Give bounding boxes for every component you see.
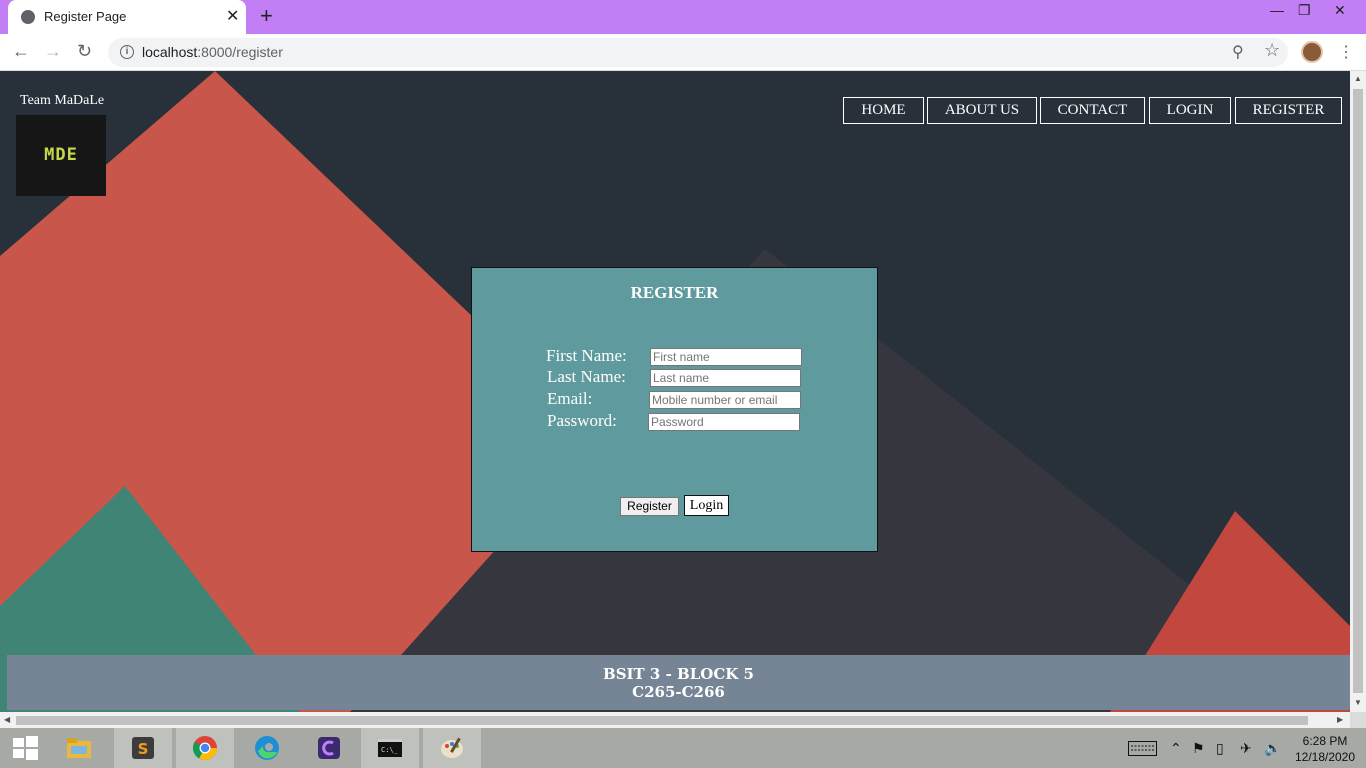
bookmark-star-icon[interactable]: ☆ <box>1264 40 1280 61</box>
start-button[interactable] <box>0 728 50 768</box>
volume-icon[interactable]: 🔈 <box>1264 740 1281 757</box>
edge-icon <box>255 736 279 760</box>
keyboard-icon[interactable] <box>1128 741 1157 756</box>
paint-palette-icon <box>441 737 463 758</box>
sublime-text-icon: S <box>132 737 154 759</box>
brand-name: Team MaDaLe <box>20 93 105 108</box>
minimize-button[interactable]: — <box>1270 2 1284 18</box>
login-button[interactable]: Login <box>684 495 729 516</box>
footer-line-1: BSIT 3 - BLOCK 5 <box>603 665 754 683</box>
browser-tab[interactable]: Register Page ✕ <box>8 0 246 34</box>
taskbar-app[interactable] <box>300 728 358 768</box>
forward-arrow-icon[interactable]: → <box>44 41 62 62</box>
taskbar-edge[interactable] <box>238 728 296 768</box>
vertical-scroll-thumb[interactable] <box>1353 89 1363 693</box>
last-name-label: Last Name: <box>547 367 626 386</box>
taskbar-sublime-text[interactable]: S <box>114 728 172 768</box>
folder-icon <box>67 738 91 758</box>
first-name-input[interactable] <box>650 348 802 366</box>
form-title: REGISTER <box>630 283 719 302</box>
nav-login[interactable]: LOGIN <box>1149 97 1231 124</box>
nav-home[interactable]: HOME <box>843 97 924 124</box>
terminal-icon: C:\_ <box>378 739 402 757</box>
profile-avatar[interactable] <box>1301 41 1323 63</box>
logo-text: MDE <box>44 145 78 165</box>
url-text[interactable]: localhost:8000/register <box>142 44 283 60</box>
logo[interactable]: MDE <box>16 115 106 196</box>
windows-icon <box>13 736 38 760</box>
scroll-up-icon[interactable]: ▲ <box>1354 74 1362 83</box>
horizontal-scrollbar[interactable]: ◀ ▶ <box>0 712 1350 728</box>
window-close-button[interactable]: ✕ <box>1334 2 1346 19</box>
nav-contact[interactable]: CONTACT <box>1040 97 1145 124</box>
horizontal-scroll-thumb[interactable] <box>16 716 1308 725</box>
clock-date: 12/18/2020 <box>1294 750 1356 764</box>
new-tab-button[interactable]: + <box>260 3 273 29</box>
show-hidden-icons-icon[interactable]: ⌃ <box>1170 740 1182 757</box>
svg-text:S: S <box>138 740 149 758</box>
globe-icon <box>21 10 35 24</box>
reload-icon[interactable]: ↻ <box>77 41 92 62</box>
flag-icon[interactable]: ⚑ <box>1192 740 1205 757</box>
vertical-scrollbar[interactable]: ▲ ▼ <box>1350 71 1366 712</box>
email-label: Email: <box>547 389 593 408</box>
purple-app-icon <box>318 737 340 759</box>
browser-menu-icon[interactable]: ⋮ <box>1338 42 1354 62</box>
password-input[interactable] <box>648 413 800 431</box>
page-viewport: Team MaDaLe MDE HOME ABOUT US CONTACT LO… <box>0 71 1350 712</box>
taskbar-chrome[interactable] <box>176 728 234 768</box>
browser-toolbar: ← → ↻ i localhost:8000/register ⚲ ☆ <box>0 34 1366 71</box>
airplane-mode-icon[interactable]: ✈ <box>1240 740 1252 757</box>
nav-about-us[interactable]: ABOUT US <box>927 97 1037 124</box>
clock-time: 6:28 PM <box>1302 734 1348 748</box>
register-button[interactable]: Register <box>620 497 679 516</box>
taskbar: S C:\_ ⌃ ⚑ ▯ ✈ 🔈 6:28 PM 12/18/2020 <box>0 728 1366 768</box>
password-label: Password: <box>547 411 617 430</box>
url-host: localhost <box>142 44 198 60</box>
scroll-left-icon[interactable]: ◀ <box>4 715 10 724</box>
taskbar-paint[interactable] <box>423 728 481 768</box>
nav-register[interactable]: REGISTER <box>1235 97 1342 124</box>
battery-icon[interactable]: ▯ <box>1216 740 1224 757</box>
svg-text:C:\_: C:\_ <box>381 746 399 754</box>
restore-button[interactable]: ❐ <box>1298 2 1311 19</box>
footer-line-2: C265-C266 <box>632 683 725 701</box>
register-form: REGISTER First Name: Last Name: Email: P… <box>471 267 878 552</box>
url-path: :8000/register <box>197 44 283 60</box>
back-arrow-icon[interactable]: ← <box>12 41 30 62</box>
zoom-icon[interactable]: ⚲ <box>1232 42 1244 62</box>
system-clock[interactable]: 6:28 PM 12/18/2020 <box>1290 733 1360 765</box>
scroll-down-icon[interactable]: ▼ <box>1354 698 1362 707</box>
tab-title: Register Page <box>44 9 127 24</box>
scroll-right-icon[interactable]: ▶ <box>1337 715 1343 724</box>
address-bar[interactable]: i localhost:8000/register ⚲ ☆ <box>108 38 1288 67</box>
page-footer: BSIT 3 - BLOCK 5 C265-C266 <box>7 655 1350 710</box>
taskbar-file-explorer[interactable] <box>50 728 108 768</box>
last-name-input[interactable] <box>650 369 801 387</box>
info-icon[interactable]: i <box>120 45 134 59</box>
taskbar-command-prompt[interactable]: C:\_ <box>361 728 419 768</box>
first-name-label: First Name: <box>546 346 627 365</box>
email-input[interactable] <box>649 391 801 409</box>
scrollbar-corner <box>1350 712 1366 728</box>
browser-tab-strip: Register Page ✕ + — ❐ ✕ <box>0 0 1366 34</box>
tab-close-button[interactable]: ✕ <box>226 6 239 26</box>
chrome-icon <box>192 736 217 761</box>
